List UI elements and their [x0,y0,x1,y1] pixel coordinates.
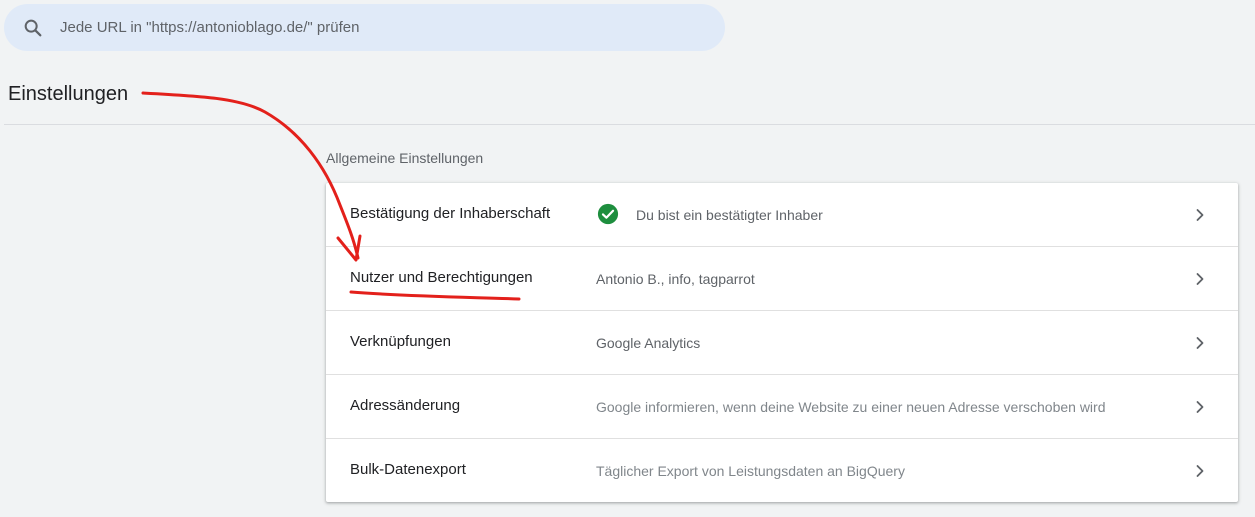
settings-row-change-of-address[interactable]: Adressänderung Google informieren, wenn … [326,375,1238,439]
chevron-right-icon[interactable] [1190,461,1210,481]
chevron-right-icon[interactable] [1190,333,1210,353]
row-label: Verknüpfungen [350,333,451,350]
search-bar[interactable] [4,4,725,51]
settings-card: Bestätigung der Inhaberschaft Du bist ei… [326,183,1238,502]
chevron-right-icon[interactable] [1190,205,1210,225]
check-circle-icon [597,203,619,225]
chevron-right-icon[interactable] [1190,397,1210,417]
search-input[interactable] [60,4,700,51]
divider [4,124,1255,125]
page-title: Einstellungen [8,83,129,105]
row-value: Google Analytics [596,335,701,351]
row-label: Bestätigung der Inhaberschaft [350,205,551,222]
row-value: Google informieren, wenn deine Website z… [596,399,1106,415]
search-icon [24,19,42,37]
section-title: Allgemeine Einstellungen [326,150,484,166]
row-label: Bulk-Datenexport [350,461,466,478]
row-value: Täglicher Export von Leistungsdaten an B… [596,463,905,479]
settings-row-users[interactable]: Nutzer und Berechtigungen Antonio B., in… [326,247,1238,311]
row-value: Du bist ein bestätigter Inhaber [636,207,823,223]
row-value: Antonio B., info, tagparrot [596,271,755,287]
settings-row-associations[interactable]: Verknüpfungen Google Analytics [326,311,1238,375]
chevron-right-icon[interactable] [1190,269,1210,289]
settings-row-bulk-export[interactable]: Bulk-Datenexport Täglicher Export von Le… [326,439,1238,502]
row-label: Adressänderung [350,397,461,414]
settings-row-ownership[interactable]: Bestätigung der Inhaberschaft Du bist ei… [326,183,1238,247]
row-label: Nutzer und Berechtigungen [350,269,533,286]
